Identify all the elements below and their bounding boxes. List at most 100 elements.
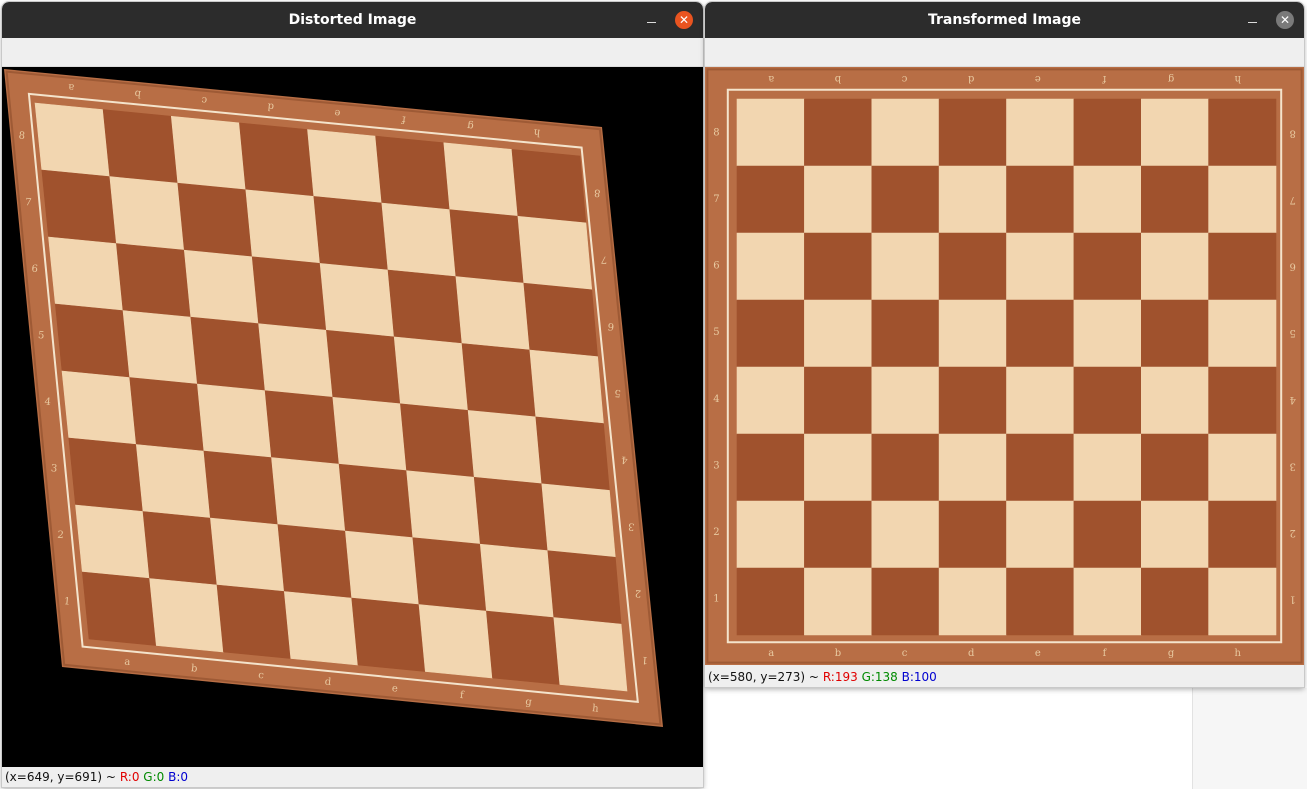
close-icon[interactable]: ✕ [1276, 11, 1294, 29]
file-label-bottom: b [835, 648, 841, 659]
file-label-top: d [967, 73, 974, 84]
file-label-bottom: h [1235, 648, 1242, 659]
board-square [1208, 567, 1277, 636]
window-title: Transformed Image [927, 12, 1081, 28]
image-canvas[interactable]: aa88bb77cc66dd55ee44ff33gg22hh11 [705, 67, 1304, 665]
board-square [1006, 165, 1075, 234]
rank-label-right: 1 [1289, 593, 1295, 604]
rank-label-right: 1 [641, 654, 648, 666]
board-square [736, 433, 805, 502]
board-square [1208, 232, 1277, 301]
board-square [75, 504, 150, 579]
transformed-image-window[interactable]: Transformed Image ✕ a a 8 8 b b 7 7 c c 6 6 d d 5 5 e e 4 4… [705, 2, 1304, 687]
file-label-top: b [835, 73, 841, 84]
file-label-top: b [134, 87, 141, 99]
board-square [938, 567, 1007, 636]
board-square [183, 249, 259, 325]
board-square [387, 269, 463, 344]
board-square [804, 165, 873, 234]
rank-label-left: 4 [44, 397, 51, 409]
rank-label-left: 3 [713, 460, 719, 471]
board-square [400, 403, 475, 478]
board-square [381, 202, 457, 277]
board-square [871, 567, 940, 636]
image-canvas[interactable]: aa88bb77cc66dd55ee44ff33gg22hh11 [2, 67, 703, 767]
board-square [258, 323, 334, 398]
board-square [804, 500, 873, 569]
green-value: G:138 [861, 670, 898, 684]
board-square [1140, 366, 1209, 435]
file-label-top: e [1035, 73, 1041, 84]
rank-label-left: 7 [25, 197, 32, 209]
board-square [116, 243, 192, 318]
distorted-image-window[interactable]: Distorted Image ✕ aa88bb77cc66dd55ee44ff… [2, 2, 703, 787]
toolbar [705, 38, 1304, 67]
board-square [1140, 98, 1209, 167]
file-label-top: g [1167, 73, 1174, 84]
board-square [938, 98, 1007, 167]
board-square [34, 102, 111, 177]
minimize-icon[interactable] [1243, 11, 1261, 29]
red-value: R:193 [822, 670, 858, 684]
board-square [142, 511, 218, 586]
rank-label-left: 1 [713, 593, 719, 604]
rank-label-left: 4 [713, 394, 719, 405]
rank-label-right: 2 [634, 587, 641, 599]
file-label-top: c [901, 73, 907, 84]
file-label-top: a [768, 73, 774, 84]
board-square [1208, 165, 1277, 234]
rank-label-left: 5 [37, 330, 44, 342]
rank-label-left: 8 [18, 130, 25, 142]
title-bar[interactable]: Distorted Image ✕ [2, 2, 703, 38]
board-square [443, 142, 519, 217]
board-square [406, 470, 481, 545]
board-square [736, 98, 805, 167]
rank-label-left: 6 [713, 261, 719, 272]
board-square [203, 450, 279, 525]
rank-label-left: 2 [57, 530, 64, 542]
file-label-bottom: b [191, 663, 198, 675]
board-square [804, 433, 873, 502]
board-square [871, 433, 940, 502]
rank-label-left: 5 [713, 327, 719, 338]
title-bar[interactable]: Transformed Image ✕ [705, 2, 1304, 38]
board-square [210, 517, 285, 592]
board-square [216, 584, 292, 659]
blue-value: B:0 [168, 770, 189, 784]
board-square [736, 366, 805, 435]
board-square [197, 383, 272, 458]
board-square [479, 543, 555, 618]
board-square [61, 370, 137, 445]
board-square [547, 550, 622, 625]
board-square [412, 537, 487, 612]
board-square [449, 209, 525, 284]
board-square [871, 98, 940, 167]
board-square [871, 500, 940, 569]
board-square [804, 567, 873, 636]
minimize-icon[interactable] [642, 11, 660, 29]
cursor-coords: (x=580, y=273) ~ [708, 670, 819, 684]
rank-label-left: 6 [31, 264, 38, 276]
board-square [1006, 433, 1075, 502]
board-square [332, 396, 407, 472]
board-square [541, 483, 616, 558]
board-square [1208, 366, 1277, 435]
board-square [1006, 500, 1075, 569]
file-label-top: a [68, 81, 75, 93]
rank-label-right: 6 [1289, 261, 1295, 272]
board-square [553, 617, 628, 692]
background-panel [1192, 688, 1307, 789]
board-square [1208, 433, 1277, 502]
rank-label-right: 6 [607, 320, 614, 332]
board-square [375, 135, 451, 211]
close-icon[interactable]: ✕ [675, 11, 693, 29]
board-square [338, 463, 414, 539]
board-square [313, 196, 389, 271]
board-square [1140, 232, 1209, 301]
file-label-bottom: e [391, 683, 398, 695]
rank-label-right: 4 [1289, 394, 1295, 405]
board-square [523, 282, 598, 357]
board-square [473, 476, 549, 552]
board-square [170, 115, 247, 191]
rank-label-right: 8 [594, 186, 601, 198]
